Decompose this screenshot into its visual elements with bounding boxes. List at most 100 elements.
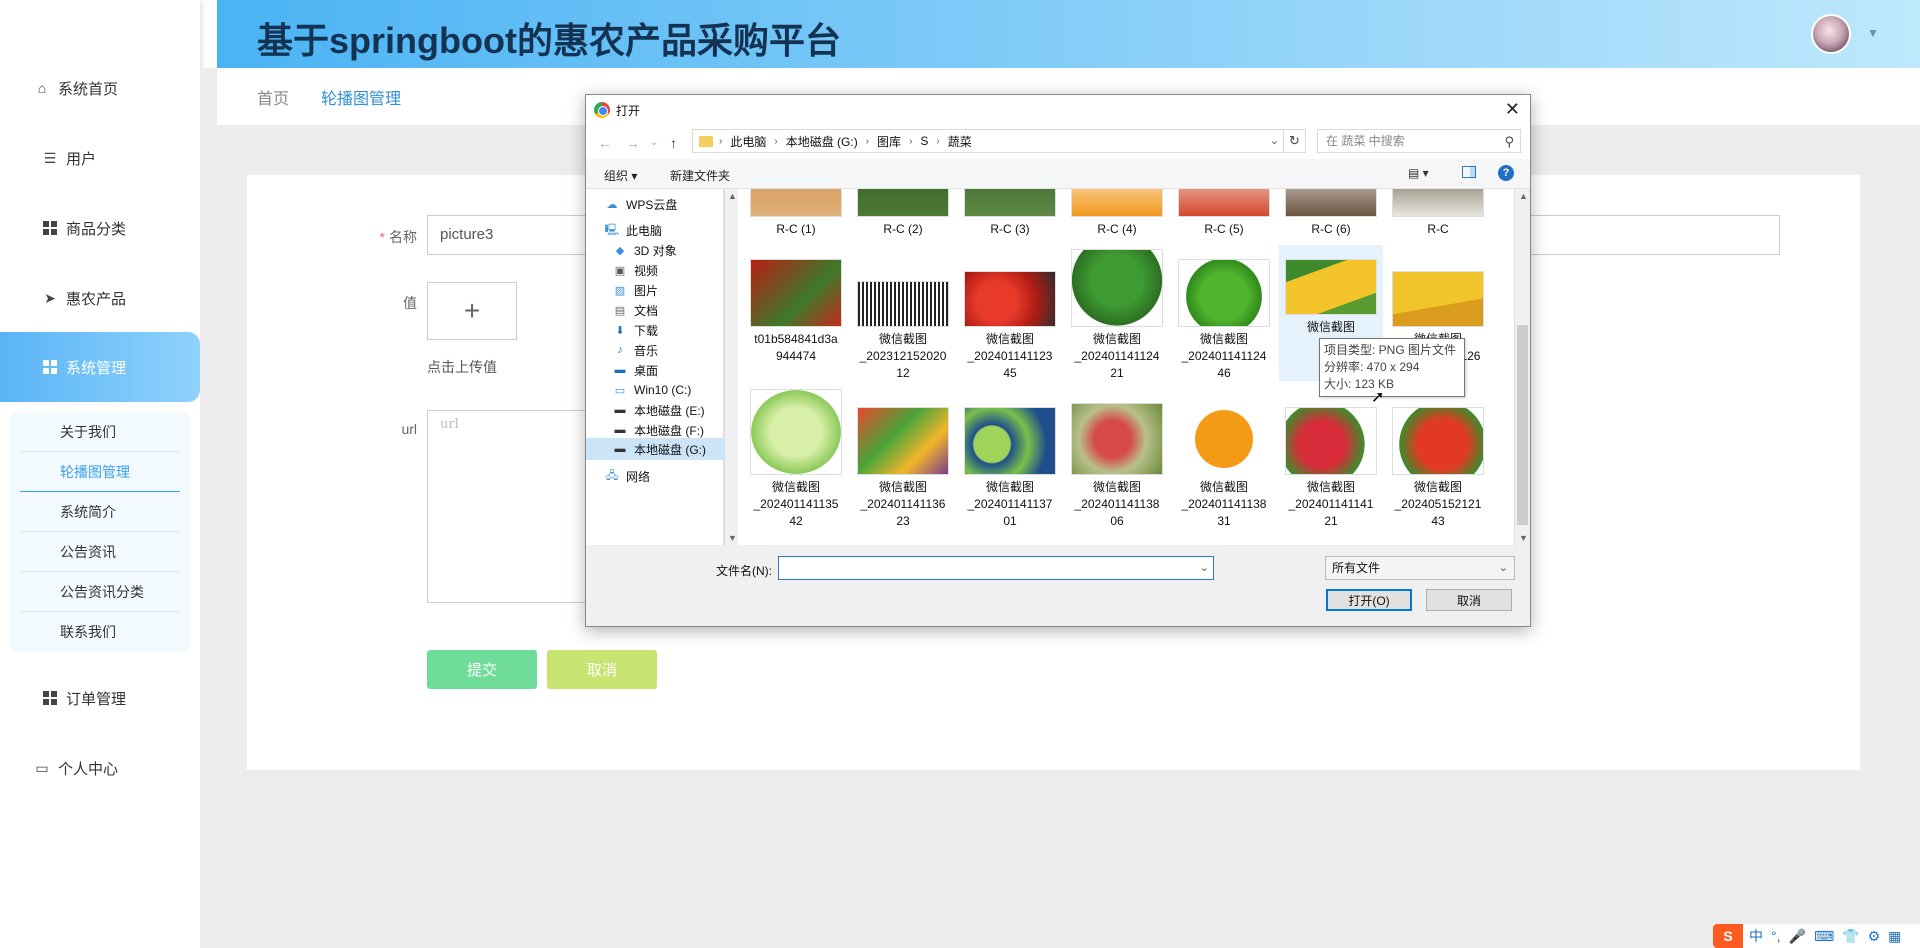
submenu-about[interactable]: 关于我们	[20, 412, 180, 452]
microphone-icon[interactable]: 🎤	[1789, 928, 1806, 945]
breadcrumb-home[interactable]: 首页	[257, 85, 289, 109]
file-scrollbar[interactable]: ▲ ▼	[1514, 189, 1530, 545]
forward-icon[interactable]: →	[626, 135, 640, 151]
new-folder-button[interactable]: 新建文件夹	[670, 167, 730, 184]
help-icon[interactable]: ?	[1498, 165, 1514, 181]
chevron-down-icon[interactable]: ⌄	[1270, 134, 1279, 147]
scroll-thumb[interactable]	[1517, 325, 1528, 525]
filetype-select[interactable]: 所有文件 ⌄	[1325, 556, 1515, 580]
file-item[interactable]: t01b584841d3a 944474	[744, 259, 848, 365]
close-icon[interactable]: ✕	[1505, 99, 1520, 120]
sidebar-item-user[interactable]: ☰ 用户	[0, 123, 200, 193]
tree-item-network[interactable]: 🖧 网络	[604, 465, 714, 487]
file-item[interactable]: R-C (4)	[1065, 189, 1169, 238]
file-item[interactable]: 微信截图 _202401141123 45	[958, 259, 1062, 382]
scroll-up-icon[interactable]: ▲	[728, 191, 737, 201]
sidebar-item-profile[interactable]: ▭ 个人中心	[0, 733, 200, 803]
avatar[interactable]	[1811, 14, 1851, 54]
dialog-toolbar: ← → ⌄ ↑ › 此电脑 › 本地磁盘 (G:) › 图库 › S › 蔬菜 …	[586, 125, 1530, 159]
address-bar[interactable]: › 此电脑 › 本地磁盘 (G:) › 图库 › S › 蔬菜 ⌄	[692, 129, 1284, 153]
file-item[interactable]: 微信截图 _202401141124 21	[1065, 249, 1169, 382]
system-submenu: 关于我们 轮播图管理 系统简介 公告资讯 公告资讯分类 联系我们	[10, 412, 190, 652]
sidebar-item-orders[interactable]: 订单管理	[0, 663, 200, 733]
toolbox-icon[interactable]: ▦	[1888, 928, 1901, 945]
sidebar-item-category[interactable]: 商品分类	[0, 193, 200, 263]
tree-item-wps[interactable]: ☁ WPS云盘	[604, 193, 714, 215]
path-segment[interactable]: S	[920, 134, 928, 148]
preview-pane-icon[interactable]	[1462, 166, 1476, 178]
file-item[interactable]: R-C (1)	[744, 189, 848, 238]
back-icon[interactable]: ←	[598, 135, 612, 151]
submenu-contact[interactable]: 联系我们	[20, 612, 180, 652]
view-options-icon[interactable]: ▤ ▾	[1408, 166, 1429, 180]
file-item[interactable]: 微信截图 _202401141124 46	[1172, 259, 1276, 382]
up-icon[interactable]: ↑	[670, 135, 677, 151]
submenu-news[interactable]: 公告资讯	[20, 532, 180, 572]
sidebar-item-home[interactable]: ⌂ 系统首页	[0, 53, 200, 123]
file-item[interactable]: R-C (6)	[1279, 189, 1383, 238]
folder-icon	[699, 135, 713, 147]
sidebar-item-label: 订单管理	[66, 690, 127, 708]
file-item[interactable]: 微信截图 _202401141137 01	[958, 407, 1062, 530]
file-item[interactable]: 微信截图 _202401141138 31	[1172, 395, 1276, 530]
tree-item-desktop[interactable]: ▬ 桌面	[612, 359, 722, 381]
path-segment[interactable]: 此电脑	[730, 133, 766, 150]
path-segment[interactable]: 本地磁盘 (G:)	[786, 133, 858, 150]
file-thumbnail	[750, 259, 842, 327]
upload-button[interactable]: +	[427, 282, 517, 340]
tree-item-drive-c[interactable]: ▭ Win10 (C:)	[612, 379, 722, 401]
submenu-news-category[interactable]: 公告资讯分类	[20, 572, 180, 612]
tree-scrollbar[interactable]: ▲ ▼	[724, 189, 738, 545]
organize-button[interactable]: 组织 ▾	[604, 167, 637, 184]
sogou-logo-icon[interactable]: S	[1713, 924, 1743, 948]
path-segment[interactable]: 蔬菜	[948, 133, 972, 150]
submenu-carousel[interactable]: 轮播图管理	[20, 452, 180, 492]
submenu-intro[interactable]: 系统简介	[20, 492, 180, 532]
sidebar-item-product[interactable]: ➤ 惠农产品	[0, 263, 200, 333]
file-item[interactable]: R-C (3)	[958, 189, 1062, 238]
filename-input[interactable]: ⌄	[778, 556, 1214, 580]
file-item[interactable]: 微信截图 _202401141141 21	[1279, 407, 1383, 530]
file-item[interactable]: R-C (5)	[1172, 189, 1276, 238]
tree-item-video[interactable]: ▣ 视频	[612, 259, 722, 281]
submit-button[interactable]: 提交	[427, 650, 537, 689]
ime-chinese-toggle[interactable]: 中	[1749, 926, 1763, 946]
tree-item-this-pc[interactable]: 🖳 此电脑	[604, 219, 714, 241]
document-icon: ▤	[614, 304, 626, 317]
tree-item-pictures[interactable]: ▨ 图片	[612, 279, 722, 301]
chevron-down-icon[interactable]: ⌄	[650, 137, 658, 148]
file-item[interactable]: 微信截图 _202401141138 06	[1065, 403, 1169, 530]
caret-down-icon[interactable]: ▼	[1867, 26, 1879, 40]
tree-item-drive-g[interactable]: ▬ 本地磁盘 (G:)	[586, 438, 724, 460]
search-input[interactable]: 在 蔬菜 中搜索 ⚲	[1317, 129, 1521, 153]
file-item[interactable]: R-C (2)	[851, 189, 955, 238]
keyboard-icon[interactable]: ⌨	[1814, 928, 1834, 945]
tree-item-3d[interactable]: ◆ 3D 对象	[612, 239, 722, 261]
skin-icon[interactable]: 👕	[1842, 928, 1859, 945]
file-thumbnail	[1392, 407, 1484, 475]
drive-icon: ▭	[614, 384, 626, 397]
settings-icon[interactable]: ⚙	[1868, 928, 1881, 945]
dialog-title: 打开	[616, 103, 641, 118]
open-button[interactable]: 打开(O)	[1326, 589, 1412, 611]
file-item[interactable]: 微信截图 _202405152121 43	[1386, 407, 1490, 530]
tree-item-downloads[interactable]: ⬇ 下载	[612, 319, 722, 341]
cancel-button[interactable]: 取消	[547, 650, 657, 689]
refresh-icon[interactable]: ↻	[1284, 129, 1306, 153]
file-item[interactable]: R-C	[1386, 189, 1490, 238]
sidebar-item-system[interactable]: 系统管理	[0, 332, 200, 402]
tree-item-documents[interactable]: ▤ 文档	[612, 299, 722, 321]
tree-item-music[interactable]: ♪ 音乐	[612, 339, 722, 361]
dialog-cancel-button[interactable]: 取消	[1426, 589, 1512, 611]
scroll-down-icon[interactable]: ▼	[728, 533, 737, 543]
punctuation-icon[interactable]: °,	[1771, 928, 1781, 944]
file-item[interactable]: 微信截图 _202312152020 12	[851, 259, 955, 382]
chevron-down-icon[interactable]: ⌄	[1200, 561, 1209, 574]
url-textarea[interactable]: url	[427, 410, 607, 603]
scroll-up-icon[interactable]: ▲	[1519, 191, 1528, 201]
tree-item-drive-e[interactable]: ▬ 本地磁盘 (E:)	[612, 399, 722, 421]
file-item[interactable]: 微信截图 _202401141135 42	[744, 389, 848, 530]
scroll-down-icon[interactable]: ▼	[1519, 533, 1528, 543]
file-item[interactable]: 微信截图 _202401141136 23	[851, 407, 955, 530]
path-segment[interactable]: 图库	[877, 133, 901, 150]
